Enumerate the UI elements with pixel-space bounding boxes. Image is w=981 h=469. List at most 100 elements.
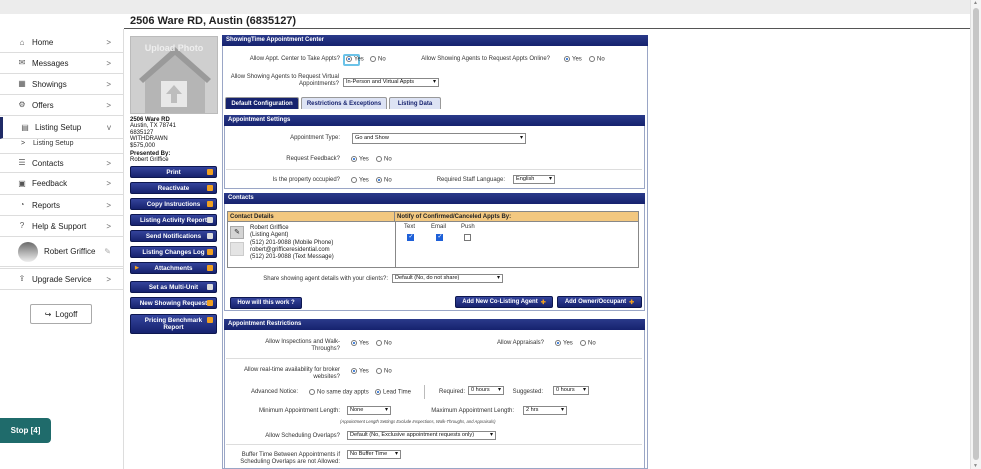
divider	[226, 169, 642, 170]
radio-checked[interactable]	[376, 177, 382, 183]
sidebar-item-offers[interactable]: ⚙ Offers >	[0, 95, 123, 116]
sidebar-item-reports[interactable]: ◔ Reports >	[0, 195, 123, 216]
divider	[424, 385, 425, 399]
min-length-select[interactable]: None	[347, 406, 391, 415]
radio-unchecked[interactable]	[376, 156, 382, 162]
reactivate-button[interactable]: Reactivate	[130, 182, 217, 194]
upload-photo[interactable]: Upload Photo	[130, 36, 218, 114]
tab-listing-data[interactable]: Listing Data	[389, 97, 441, 109]
add-colisting-agent-button[interactable]: Add New Co-Listing Agent ✚	[455, 296, 553, 308]
lead-time-option[interactable]: Lead Time	[375, 389, 411, 396]
realtime-yes[interactable]: Yes	[351, 368, 369, 375]
radio-checked[interactable]	[555, 340, 561, 346]
add-owner-occupant-button[interactable]: Add Owner/Occupant ✚	[557, 296, 642, 308]
sidebar-item-help[interactable]: ? Help & Support >	[0, 216, 123, 237]
required-hours-select[interactable]: 0 hours	[468, 386, 504, 395]
inspections-no[interactable]: No	[376, 340, 392, 347]
copy-instructions-button[interactable]: Copy Instructions	[130, 198, 217, 210]
print-button[interactable]: Print	[130, 166, 217, 178]
length-note: (Appointment Length Settings Exclude Ins…	[340, 419, 496, 424]
listing-activity-report-button[interactable]: Listing Activity Report	[130, 214, 217, 226]
occupied-yes[interactable]: Yes	[351, 177, 369, 184]
radio-checked[interactable]	[351, 340, 357, 346]
listing-changes-log-button[interactable]: Listing Changes Log	[130, 246, 217, 258]
realtime-label: Allow real-time availability for broker …	[243, 367, 340, 380]
no-same-day-option[interactable]: No same day appts	[309, 389, 369, 396]
max-length-select[interactable]: 2 hrs	[523, 406, 567, 415]
buffer-select[interactable]: No Buffer Time	[347, 450, 401, 459]
edit-icon: ✎	[104, 247, 111, 256]
radio-unchecked[interactable]	[589, 56, 595, 62]
radio-unchecked[interactable]	[580, 340, 586, 346]
scroll-down-icon[interactable]: ▼	[973, 463, 978, 469]
overlap-label: Allow Scheduling Overlaps?	[265, 433, 340, 439]
triangle-icon: ▶	[135, 265, 139, 271]
contact-phone: (512) 201-9088 (Mobile Phone)	[250, 239, 334, 246]
overlap-select[interactable]: Default (No, Exclusive appointment reque…	[347, 431, 496, 440]
how-will-this-work-button[interactable]: How will this work ?	[230, 297, 302, 309]
share-details-select[interactable]: Default (No, do not share)	[392, 274, 503, 283]
appointment-center-header: ShowingTime Appointment Center	[222, 35, 648, 46]
sidebar-item-user-profile[interactable]: Robert Griffice ✎	[0, 237, 123, 267]
sidebar-item-feedback[interactable]: ▣ Feedback >	[0, 173, 123, 195]
sidebar-item-home[interactable]: ⌂ Home >	[0, 33, 123, 53]
new-showing-request-button[interactable]: New Showing Request	[130, 297, 217, 309]
radio-unchecked[interactable]	[351, 177, 357, 183]
action-label: Set as Multi-Unit	[148, 283, 199, 291]
browser-top-bar	[0, 0, 981, 14]
radio-unchecked[interactable]	[376, 340, 382, 346]
notify-push-checkbox[interactable]	[464, 234, 471, 241]
notify-email-checkbox[interactable]	[436, 233, 443, 241]
sidebar-subitem-listing-setup[interactable]: > Listing Setup	[0, 140, 123, 152]
radio-unchecked[interactable]	[370, 56, 376, 62]
appraisals-yes[interactable]: Yes	[555, 340, 573, 347]
multi-unit-icon	[207, 284, 213, 290]
contact-role: (Listing Agent)	[250, 232, 289, 239]
chevron-right-icon: >	[106, 38, 111, 47]
radio-checked[interactable]	[564, 56, 570, 62]
notify-text-checkbox[interactable]	[407, 233, 414, 241]
pricing-benchmark-button[interactable]: Pricing Benchmark Report	[130, 314, 217, 334]
radio-checked[interactable]	[346, 56, 352, 62]
radio-unchecked[interactable]	[309, 389, 315, 395]
stop-button[interactable]: Stop [4]	[0, 418, 51, 443]
allow-online-yes[interactable]: Yes	[564, 56, 582, 63]
tab-restrictions-exceptions[interactable]: Restrictions & Exceptions	[301, 97, 387, 109]
appointment-type-select[interactable]: Go and Show	[352, 133, 526, 144]
required-label: Required:	[438, 389, 465, 395]
radio-checked[interactable]	[351, 156, 357, 162]
realtime-no[interactable]: No	[376, 368, 392, 375]
staff-language-select[interactable]: English	[513, 175, 555, 184]
edit-contact-icon[interactable]: ✎	[230, 226, 244, 239]
notify-header: Notify of Confirmed/Canceled Appts By:	[395, 212, 638, 222]
send-notifications-button[interactable]: Send Notifications	[130, 230, 217, 242]
help-icon: ?	[19, 221, 25, 230]
scrollbar-thumb[interactable]	[973, 8, 979, 460]
scroll-up-icon[interactable]: ▲	[973, 0, 978, 6]
radio-unchecked[interactable]	[376, 368, 382, 374]
sidebar-item-upgrade[interactable]: ⇪ Upgrade Service >	[0, 268, 123, 290]
sidebar-item-showings[interactable]: ▦ Showings >	[0, 74, 123, 95]
attachments-button[interactable]: ▶ Attachments	[130, 262, 217, 274]
inspections-yes[interactable]: Yes	[351, 340, 369, 347]
sidebar-item-messages[interactable]: ✉ Messages >	[0, 53, 123, 74]
logoff-button[interactable]: ↪ Logoff	[30, 304, 92, 324]
suggested-hours-select[interactable]: 0 hours	[553, 386, 589, 395]
tab-default-configuration[interactable]: Default Configuration	[225, 97, 299, 109]
appraisals-no[interactable]: No	[580, 340, 596, 347]
radio-checked[interactable]	[375, 389, 381, 395]
virtual-appt-select[interactable]: In-Person and Virtual Appts	[343, 78, 439, 87]
radio-checked[interactable]	[351, 368, 357, 374]
occupied-no[interactable]: No	[376, 177, 392, 184]
sidebar-item-contacts[interactable]: ☰ Contacts >	[0, 153, 123, 173]
set-multi-unit-button[interactable]: Set as Multi-Unit	[130, 281, 217, 293]
avatar	[18, 241, 38, 262]
button-label: Add Owner/Occupant	[564, 299, 627, 305]
vertical-scrollbar[interactable]: ▲ ▼	[970, 0, 981, 469]
allow-online-no[interactable]: No	[589, 56, 605, 63]
request-feedback-yes[interactable]: Yes	[351, 156, 369, 163]
request-feedback-no[interactable]: No	[376, 156, 392, 163]
sidebar-item-listing-setup[interactable]: ▤ Listing Setup v	[0, 117, 123, 139]
staff-language-label: Required Staff Language:	[436, 177, 505, 183]
allow-appt-yes[interactable]: Yes	[346, 56, 364, 63]
